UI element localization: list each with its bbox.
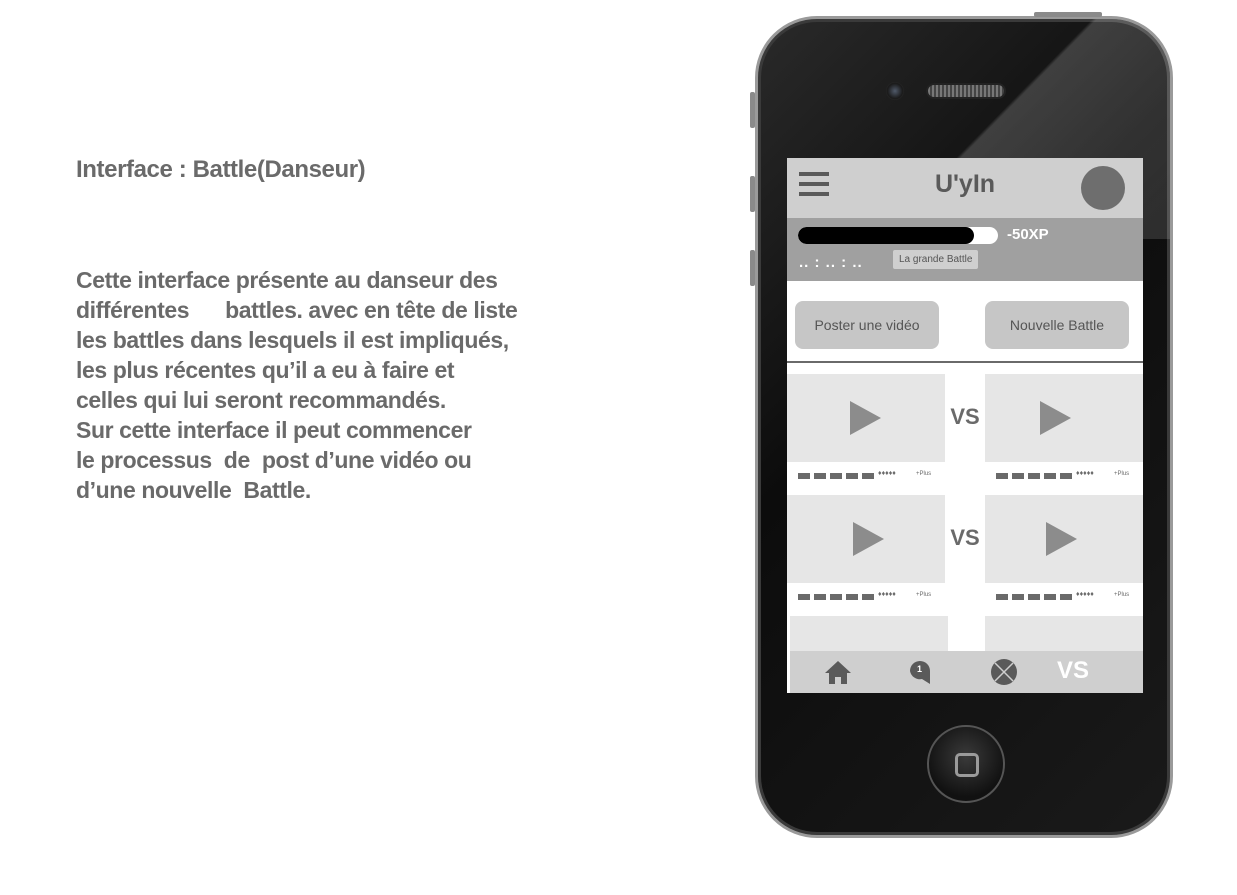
video-thumbnail-right[interactable] [985,374,1143,462]
description-line: Cette interface présente au danseur des [76,267,498,293]
play-icon [1046,522,1077,556]
more-link[interactable]: +Plus [1114,471,1129,477]
new-battle-button[interactable]: Nouvelle Battle [985,301,1129,349]
page-title: Interface : Battle(Danseur) [76,156,366,183]
home-icon[interactable] [823,657,853,687]
battle-row: VS ♦♦♦♦♦ +Plus ♦♦♦♦♦ +Plus [787,374,1143,492]
play-icon [1040,401,1071,435]
video-thumbnail-left[interactable] [787,495,945,583]
rating-stars: ♦♦♦♦♦ [878,470,896,477]
chat-badge: 1 [917,664,922,674]
level-dots: .. : .. : .. [799,254,863,271]
description-text: Cette interface présente au danseur des … [76,265,596,505]
rating-bars [798,473,874,479]
more-link[interactable]: +Plus [916,592,931,598]
rating-bars [996,473,1072,479]
video-thumbnail-partial[interactable] [985,616,1143,656]
video-thumbnail-right[interactable] [985,495,1143,583]
xp-progress-bar [798,227,998,244]
chat-bubble-icon[interactable]: 1 [905,657,935,687]
earpiece-speaker [926,83,1006,99]
xp-label: -50XP [1007,226,1049,243]
phone-screen: U'yIn -50XP .. : .. : .. La grande Battl… [787,158,1143,693]
description-line: le processus de post d’une vidéo ou [76,447,472,473]
bottom-nav: 1 VS [790,651,1143,693]
battle-row: VS ♦♦♦♦♦ +Plus ♦♦♦♦♦ +Plus [787,495,1143,613]
xp-progress-fill [798,227,974,244]
volume-down-button [750,250,755,286]
vs-label: VS [950,404,980,429]
mute-switch [750,92,755,128]
description-line: Sur cette interface il peut commencer [76,417,472,443]
volume-up-button [750,176,755,212]
rating-bars [798,594,874,600]
video-thumbnail-partial[interactable] [790,616,948,656]
xp-bar: -50XP .. : .. : .. La grande Battle [787,218,1143,281]
description-line: celles qui lui seront recommandés. [76,387,446,413]
front-camera [886,82,904,100]
play-icon [853,522,884,556]
divider [787,361,1143,363]
rating-bars [996,594,1072,600]
vs-label: VS [950,525,980,550]
vs-tab[interactable]: VS [1057,657,1089,685]
description-line: les plus récentes qu’il a eu à faire et [76,357,455,383]
app-header: U'yIn [787,158,1143,218]
avatar[interactable] [1081,166,1125,210]
rating-stars: ♦♦♦♦♦ [1076,470,1094,477]
rating-stars: ♦♦♦♦♦ [1076,591,1094,598]
play-icon [850,401,881,435]
home-hardware-button[interactable] [927,725,1005,803]
description-line: d’une nouvelle Battle. [76,477,311,503]
description-line: les battles dans lesquels il est impliqu… [76,327,509,353]
more-link[interactable]: +Plus [1114,592,1129,598]
rating-stars: ♦♦♦♦♦ [878,591,896,598]
grand-battle-button[interactable]: La grande Battle [893,250,979,269]
more-link[interactable]: +Plus [916,471,931,477]
power-button [1034,12,1102,17]
video-thumbnail-left[interactable] [787,374,945,462]
close-circle-icon[interactable] [989,657,1019,687]
description-line: différentes battles. avec en tête de lis… [76,297,518,323]
post-video-button[interactable]: Poster une vidéo [795,301,939,349]
